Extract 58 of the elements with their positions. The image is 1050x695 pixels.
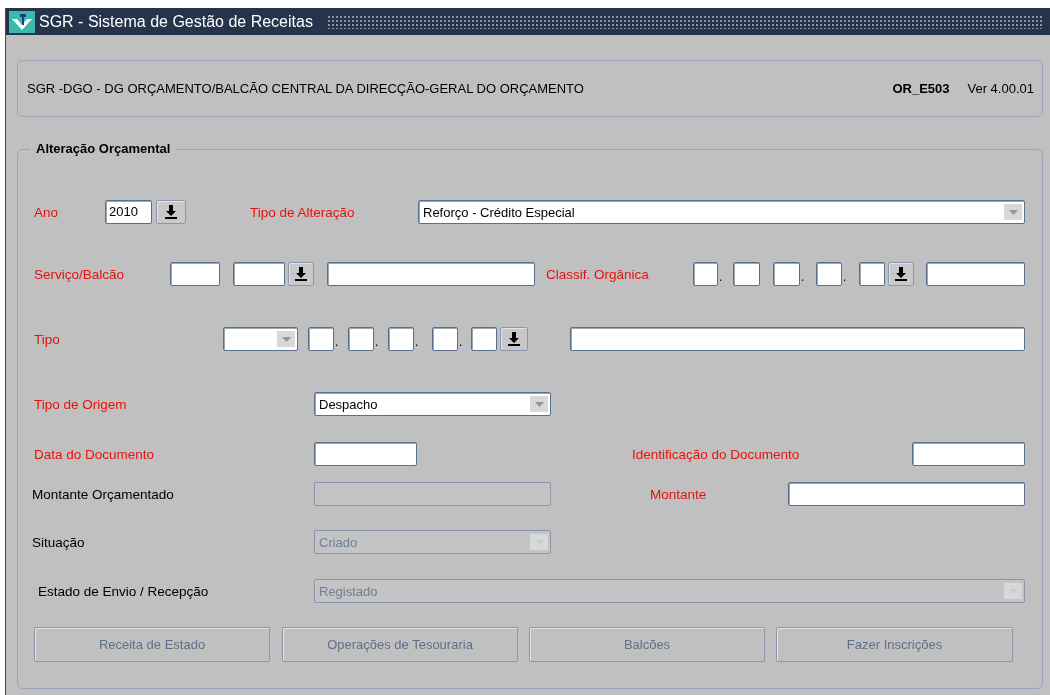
arrow-down-icon <box>895 267 907 281</box>
field-label: Situação <box>32 534 86 550</box>
section-title: Alteração Orçamental <box>30 141 177 156</box>
separator-dot: . <box>375 335 380 351</box>
text-field[interactable] <box>912 442 1025 466</box>
field-label: Classif. Orgânica <box>546 266 650 282</box>
field-label: Tipo de Origem <box>34 396 128 412</box>
dropdown[interactable] <box>223 327 298 351</box>
dropdown[interactable]: Reforço - Crédito Especial <box>418 200 1025 224</box>
list-button[interactable] <box>156 200 186 224</box>
text-field[interactable] <box>388 327 414 351</box>
text-field[interactable] <box>432 327 458 351</box>
dropdown-arrow-icon <box>1008 209 1018 215</box>
separator-dot: . <box>843 270 848 286</box>
version-text: Ver 4.00.01 <box>967 81 1034 96</box>
separator-dot: . <box>719 270 724 286</box>
separator-dot: . <box>415 335 420 351</box>
text-field[interactable] <box>788 482 1025 506</box>
dropdown[interactable]: Despacho <box>314 392 551 416</box>
field-label: Tipo de Alteração <box>250 204 356 220</box>
text-field[interactable] <box>308 327 334 351</box>
field-label: Tipo <box>34 331 61 347</box>
text-field[interactable] <box>693 262 718 286</box>
text-field[interactable] <box>471 327 497 351</box>
list-button[interactable] <box>888 262 914 286</box>
field-label: Montante <box>650 486 708 502</box>
text-field[interactable] <box>570 327 1025 351</box>
text-field[interactable] <box>314 442 417 466</box>
field-label: Montante Orçamentado <box>32 486 175 502</box>
field-label: Identificação do Documento <box>632 446 801 462</box>
separator-dot: . <box>459 335 464 351</box>
field-label: Ano <box>34 204 60 220</box>
form-code: OR_E503 <box>892 81 950 96</box>
text-field[interactable] <box>773 262 800 286</box>
text-field[interactable] <box>327 262 535 286</box>
field-label: Serviço/Balcão <box>34 266 126 282</box>
dropdown-arrow-icon <box>534 401 544 407</box>
text-field[interactable] <box>733 262 760 286</box>
arrow-down-icon <box>508 332 520 346</box>
list-button[interactable] <box>288 262 314 286</box>
app-logo-icon <box>9 10 35 33</box>
field-label: Estado de Envio / Recepção <box>38 583 210 599</box>
text-field[interactable] <box>348 327 374 351</box>
text-field[interactable] <box>233 262 285 286</box>
window-title: SGR - Sistema de Gestão de Receitas <box>39 12 313 31</box>
arrow-down-icon <box>295 267 307 281</box>
dropdown-arrow-icon <box>281 336 291 342</box>
separator-dot: . <box>801 270 806 286</box>
text-field[interactable] <box>816 262 842 286</box>
text-field[interactable]: 2010 <box>105 200 152 224</box>
text-field[interactable] <box>926 262 1025 286</box>
separator-dot: . <box>335 335 340 351</box>
field-label: Data do Documento <box>34 446 156 462</box>
text-field[interactable] <box>170 262 220 286</box>
organization-text: SGR -DGO - DG ORÇAMENTO/BALCÃO CENTRAL DA DIRECÇÃO-GERAL DO ORÇAMENTO <box>27 81 585 96</box>
list-button[interactable] <box>500 327 528 351</box>
text-field[interactable] <box>859 262 885 286</box>
arrow-down-icon <box>165 205 177 219</box>
